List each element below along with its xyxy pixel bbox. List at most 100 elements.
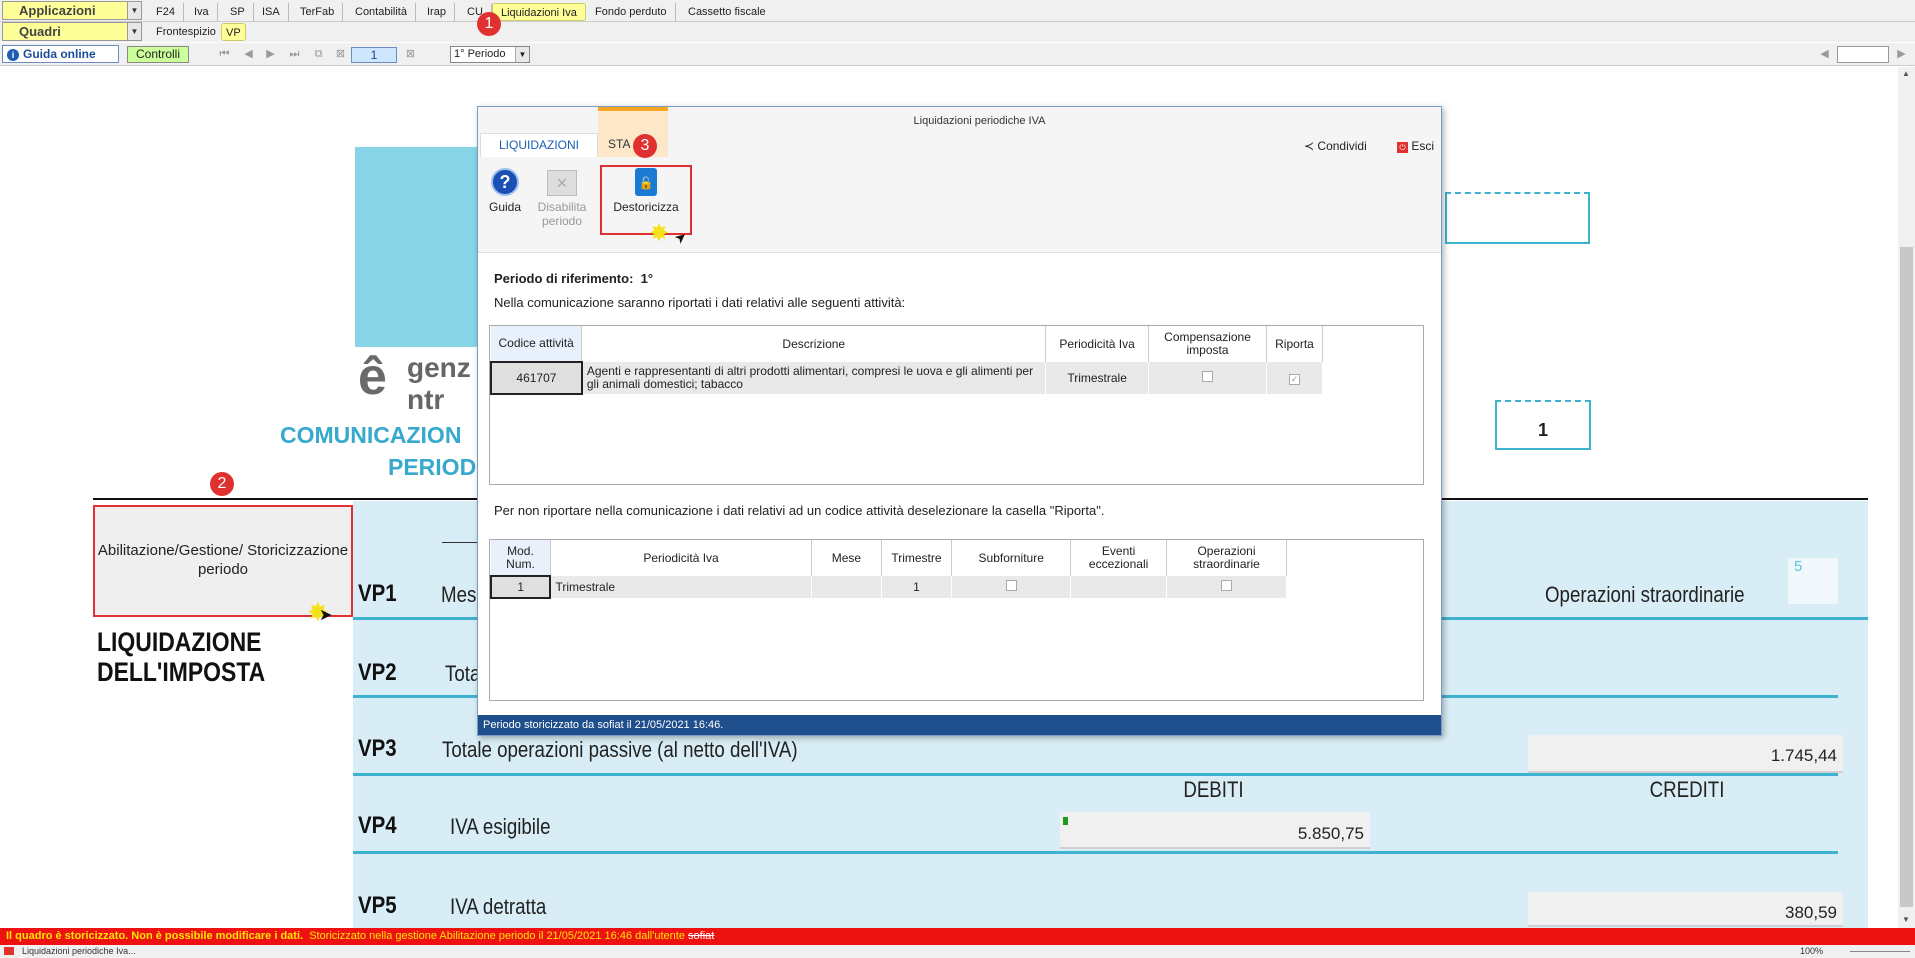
tab-iva[interactable]: Iva — [186, 3, 218, 21]
guida-button[interactable]: ? Guida — [485, 168, 525, 214]
status-message: Il quadro è storicizzato. Non è possibil… — [6, 930, 304, 942]
guida-online-button[interactable]: i Guida online — [2, 45, 119, 63]
vp1-right-box[interactable]: 5 — [1788, 558, 1838, 604]
taskbar-window[interactable]: Liquidazioni periodiche Iva... — [22, 945, 136, 958]
info-icon: i — [7, 49, 19, 61]
scroll-right-icon[interactable]: ▶ — [1895, 47, 1908, 61]
tab-cassetto-fiscale[interactable]: Cassetto fiscale — [680, 3, 774, 21]
vp1-label: Mes — [441, 582, 477, 607]
first-page-icon[interactable]: ⏮ — [218, 47, 231, 61]
tab-liquidazioni[interactable]: LIQUIDAZIONI — [480, 133, 598, 157]
quadri-combo[interactable]: Quadri ▼ — [2, 22, 142, 41]
subforniture-checkbox[interactable] — [1005, 580, 1017, 591]
subtab-vp[interactable]: VP — [221, 23, 246, 41]
status-message-bar: Il quadro è storicizzato. Non è possibil… — [0, 928, 1915, 945]
trimestre-cell: 1 — [881, 576, 953, 598]
modules-table: Mod. Num. Periodicità Iva Mese Trimestre… — [489, 540, 1288, 599]
vertical-scrollbar[interactable]: ▲ ▼ — [1898, 67, 1915, 928]
tab-terfab[interactable]: TerFab — [292, 3, 344, 21]
compensazione-cell — [1148, 362, 1267, 394]
last-page-icon[interactable]: ⏭ — [288, 47, 301, 61]
tab-irap[interactable]: Irap — [419, 3, 455, 21]
status-detail: Storicizzato nella gestione Abilitazione… — [309, 930, 685, 942]
col-mod-num: Mod. Num. — [491, 540, 551, 576]
operazioni-checkbox[interactable] — [1220, 580, 1232, 591]
zoom-slider[interactable] — [1850, 951, 1910, 952]
agenzia-logo-icon: ê — [358, 348, 387, 406]
applicazioni-label: Applicazioni — [19, 3, 96, 18]
chevron-down-icon[interactable]: ▼ — [127, 23, 141, 40]
vp4-code: VP4 — [358, 812, 397, 839]
share-icon: ≺ — [1304, 139, 1315, 153]
scroll-up-icon[interactable]: ▲ — [1902, 69, 1910, 78]
tab-contabilita[interactable]: Contabilità — [347, 3, 416, 21]
chevron-down-icon[interactable]: ▼ — [127, 2, 141, 19]
help-icon: ? — [491, 168, 519, 196]
header-box-number: 1 — [1495, 400, 1591, 450]
remove-page-icon[interactable]: ⊠ — [404, 47, 417, 61]
condividi-button[interactable]: ≺ Condividi — [1304, 139, 1367, 153]
vp3-value[interactable]: 1.745,44 — [1528, 735, 1843, 773]
period-select[interactable]: 1° Periodo ▼ — [450, 46, 530, 63]
col-codice: Codice attività — [491, 326, 583, 362]
tab-f24[interactable]: F24 — [148, 3, 184, 21]
col-operazioni: Operazioni straordinarie — [1166, 540, 1288, 576]
tab-isa[interactable]: ISA — [254, 3, 289, 21]
vp5-value[interactable]: 380,59 — [1528, 892, 1843, 927]
vp4-marker — [1063, 817, 1068, 825]
click-burst-icon: ✸ — [649, 220, 670, 247]
controlli-button[interactable]: Controlli — [127, 46, 189, 63]
activities-table: Codice attività Descrizione Periodicità … — [490, 326, 1324, 395]
mese-cell — [811, 576, 882, 598]
vp3-line — [353, 773, 1838, 776]
col-trimestre: Trimestre — [881, 540, 953, 576]
subtab-frontespizio[interactable]: Frontespizio — [148, 23, 225, 41]
col-mese: Mese — [811, 540, 882, 576]
abilitazione-label: Abilitazione/Gestione/ Storicizzazione p… — [97, 542, 349, 578]
vp4-value[interactable]: 5.850,75 — [1060, 812, 1370, 849]
delete-page-icon[interactable]: ⊠ — [334, 47, 347, 61]
prev-page-icon[interactable]: ◀ — [242, 47, 255, 61]
tab-fondo-perduto[interactable]: Fondo perduto — [587, 3, 676, 21]
disabilita-label: Disabilita periodo — [537, 200, 587, 228]
vp5-code: VP5 — [358, 892, 397, 919]
periodo-label: Periodo di riferimento: — [494, 271, 634, 286]
esci-button[interactable]: ⏻ Esci — [1397, 139, 1434, 153]
riporta-checkbox[interactable]: ✓ — [1288, 373, 1300, 385]
quadri-label: Quadri — [19, 24, 61, 39]
mod-num-cell[interactable]: 1 — [489, 575, 552, 599]
chevron-down-icon[interactable]: ▼ — [515, 47, 529, 62]
codice-cell[interactable]: 461707 — [490, 361, 583, 395]
scroll-down-icon[interactable]: ▼ — [1902, 915, 1910, 924]
taskbar: Liquidazioni periodiche Iva... 100% — [0, 945, 1915, 958]
tab-sp[interactable]: SP — [222, 3, 254, 21]
destoricizza-button[interactable]: 🔓 Destoricizza — [604, 168, 688, 214]
zoom-input[interactable] — [1837, 46, 1889, 63]
next-page-icon[interactable]: ▶ — [264, 47, 277, 61]
navigation-bar: i Guida online Controlli ⏮ ◀ ▶ ⏭ ⧉ ⊠ 1 ⊠ … — [0, 43, 1915, 66]
doc-title-1: COMUNICAZION — [280, 422, 462, 448]
page-number-input[interactable]: 1 — [351, 47, 397, 63]
scroll-left-icon[interactable]: ◀ — [1818, 47, 1831, 61]
table-row[interactable]: 1 Trimestrale 1 — [489, 575, 1288, 599]
liquidazione-title: LIQUIDAZIONE DELL'IMPOSTA — [97, 627, 266, 687]
tab-liquidazioni-iva[interactable]: Liquidazioni Iva — [492, 3, 586, 21]
vp2-label: Tota — [445, 661, 481, 686]
callout-badge-3: 3 — [633, 134, 657, 158]
crediti-label: CREDITI — [1649, 777, 1725, 802]
copy-page-icon[interactable]: ⧉ — [312, 47, 325, 61]
callout-badge-2: 2 — [210, 472, 234, 496]
table-row[interactable]: 461707 Agenti e rappresentanti di altri … — [490, 361, 1324, 395]
compensazione-checkbox[interactable] — [1202, 371, 1214, 382]
zoom-level: 100% — [1800, 946, 1824, 956]
col-descrizione: Descrizione — [581, 326, 1047, 362]
scrollbar-thumb[interactable] — [1900, 247, 1913, 907]
applicazioni-combo[interactable]: Applicazioni ▼ — [2, 1, 142, 20]
esci-label: Esci — [1411, 139, 1435, 153]
vp2-code: VP2 — [358, 659, 397, 686]
mouse-cursor-icon: ➤ — [319, 607, 333, 624]
liquidazioni-dialog: Liquidazioni periodiche IVA LIQUIDAZIONI… — [477, 106, 1442, 736]
sub-bar: Quadri ▼ Frontespizio VP — [0, 22, 1915, 42]
disabilita-periodo-button[interactable]: ✕ Disabilita periodo — [532, 170, 592, 228]
periodo-riferimento: Periodo di riferimento: 1° — [494, 271, 653, 286]
